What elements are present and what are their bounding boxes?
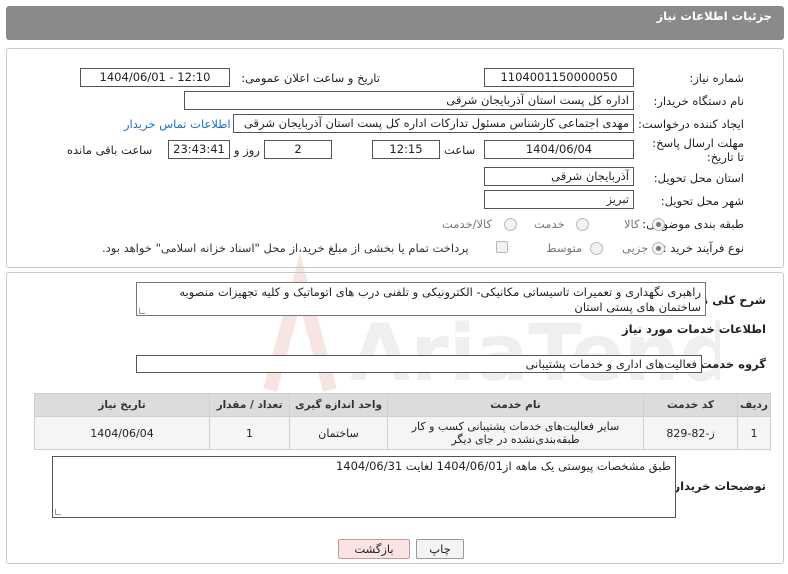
announce-field[interactable]: 1404/06/01 - 12:10: [80, 68, 230, 87]
services-table: ردیف کد خدمت نام خدمت واحد اندازه گیری ت…: [34, 393, 771, 450]
radio-goods-label: کالا: [624, 217, 640, 231]
treasury-note: پرداخت تمام یا بخشی از مبلغ خرید،از محل …: [102, 241, 469, 255]
remaining-time-field[interactable]: 23:43:41: [168, 140, 230, 159]
contact-buyer-link[interactable]: اطلاعات تماس خریدار: [124, 117, 231, 131]
announce-label: تاریخ و ساعت اعلان عمومی:: [241, 71, 380, 85]
creator-field[interactable]: مهدی اجتماعی کارشناس مسئول تدارکات اداره…: [233, 114, 634, 133]
buyer-org-label: نام دستگاه خریدار:: [653, 94, 744, 108]
buyer-notes-label: توضیحات خریدار:: [668, 479, 766, 493]
city-field[interactable]: تبریز: [484, 190, 634, 209]
buyer-notes-text[interactable]: طبق مشخصات پیوستی یک ماهه از1404/06/01 ل…: [52, 456, 676, 518]
services-section-title: اطلاعات خدمات مورد نیاز: [622, 322, 766, 336]
province-field[interactable]: آذربایجان شرقی: [484, 167, 634, 186]
print-button[interactable]: چاپ: [416, 539, 464, 559]
table-row: 1 ز-82-829 سایر فعالیت‌های خدمات پشتیبان…: [34, 416, 771, 450]
radio-goods-service[interactable]: [504, 218, 517, 231]
radio-service-label: خدمت: [534, 217, 565, 231]
radio-medium-label: متوسط: [546, 241, 583, 255]
radio-medium[interactable]: [590, 242, 603, 255]
deadline-label: مهلت ارسال پاسخ: تا تاریخ:: [652, 136, 744, 164]
cell-quantity: 1: [209, 416, 290, 450]
radio-goods-service-label: کالا/خدمت: [442, 217, 493, 231]
need-number-label: شماره نیاز:: [689, 71, 744, 85]
cell-service-code: ز-82-829: [643, 416, 738, 450]
radio-minor[interactable]: [652, 242, 665, 255]
buyer-notes-resize-handle[interactable]: [55, 509, 61, 515]
treasury-checkbox[interactable]: [496, 241, 508, 253]
days-label: روز و: [234, 143, 260, 157]
col-service-code: کد خدمت: [643, 393, 738, 417]
deadline-date-field[interactable]: 1404/06/04: [484, 140, 634, 159]
cell-need-date: 1404/06/04: [34, 416, 210, 450]
col-need-date: تاریخ نیاز: [34, 393, 210, 417]
page-title: جزئیات اطلاعات نیاز: [656, 9, 772, 23]
city-label: شهر محل تحویل:: [660, 194, 744, 208]
deadline-time-field[interactable]: 12:15: [372, 140, 440, 159]
buyer-org-field[interactable]: اداره کل پست استان آذربایجان شرقی: [184, 91, 634, 110]
remaining-label: ساعت باقی مانده: [67, 143, 153, 157]
col-unit: واحد اندازه گیری: [289, 393, 388, 417]
process-label: نوع فرآیند خرید :: [662, 241, 744, 255]
service-group-field[interactable]: فعالیت‌های اداری و خدمات پشتیبانی: [136, 355, 702, 373]
radio-minor-label: جزیی: [622, 241, 649, 255]
table-header-row: ردیف کد خدمت نام خدمت واحد اندازه گیری ت…: [34, 393, 771, 417]
radio-goods[interactable]: [652, 218, 665, 231]
cell-row: 1: [737, 416, 771, 450]
col-row: ردیف: [737, 393, 771, 417]
radio-service[interactable]: [576, 218, 589, 231]
cell-unit: ساختمان: [289, 416, 388, 450]
deadline-time-label: ساعت: [444, 143, 476, 157]
service-group-label: گروه خدمت:: [695, 357, 766, 371]
need-number-field[interactable]: 1104001150000050: [484, 68, 634, 87]
description-text[interactable]: راهبری نگهداری و تعمیرات تاسیساتی مکانیک…: [136, 282, 706, 316]
col-quantity: تعداد / مقدار: [209, 393, 290, 417]
col-service-name: نام خدمت: [387, 393, 644, 417]
province-label: استان محل تحویل:: [653, 171, 744, 185]
description-resize-handle[interactable]: [139, 308, 145, 314]
cell-service-name: سایر فعالیت‌های خدمات پشتیبانی کسب و کار…: [387, 416, 644, 450]
days-field[interactable]: 2: [264, 140, 332, 159]
creator-label: ایجاد کننده درخواست:: [638, 117, 744, 131]
back-button[interactable]: بازگشت: [338, 539, 410, 559]
